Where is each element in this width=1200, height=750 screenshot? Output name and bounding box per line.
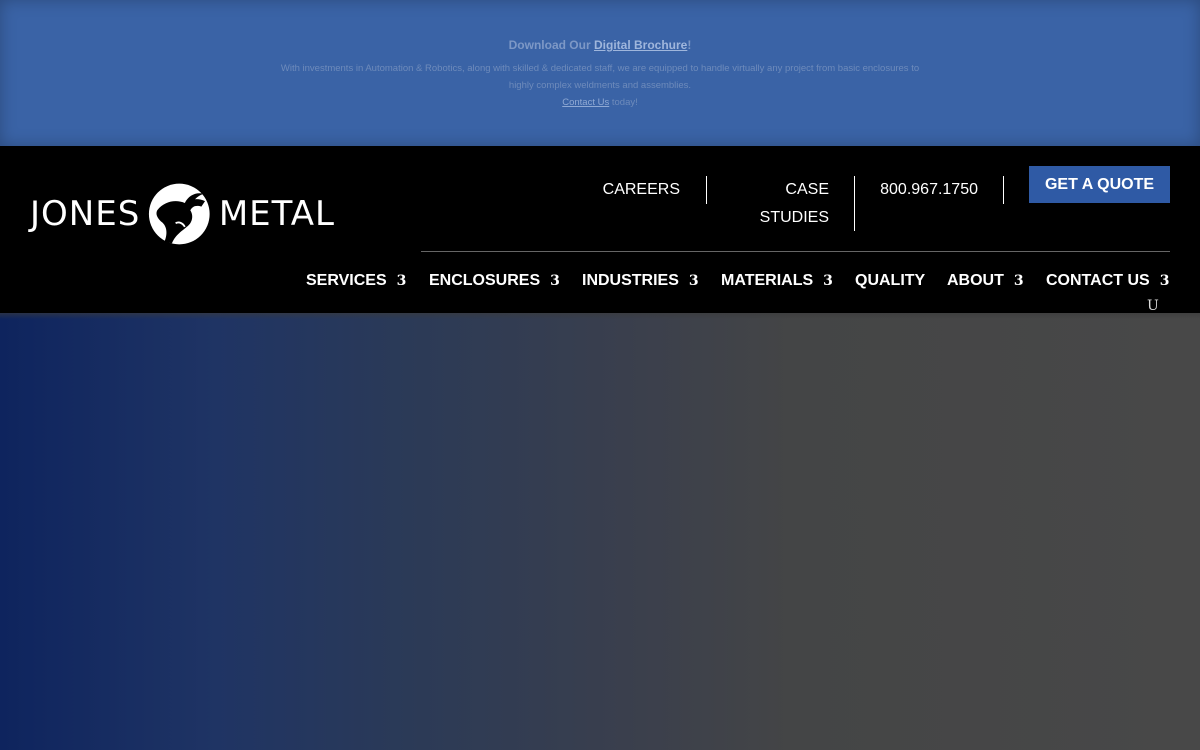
case-studies-line1: CASE (785, 181, 829, 198)
promo-title: Download Our Digital Brochure! (0, 38, 1200, 52)
digital-brochure-link[interactable]: Digital Brochure (594, 38, 687, 52)
case-studies-link[interactable]: CASE STUDIES (720, 176, 829, 232)
header-divider (421, 251, 1170, 252)
chevron-down-icon: 3 (1159, 273, 1170, 289)
contact-us-suffix: today! (609, 97, 638, 108)
utility-divider (706, 176, 707, 204)
jones-metal-logo[interactable]: JONES METAL (30, 180, 335, 248)
nav-item-contact[interactable]: CONTACT US 3 (1046, 272, 1169, 290)
promo-banner: Download Our Digital Brochure! With inve… (0, 0, 1200, 146)
nav-item-materials[interactable]: MATERIALS 3 (721, 272, 833, 290)
chevron-down-icon: 3 (1013, 273, 1024, 289)
nav-label: ENCLOSURES (429, 272, 541, 289)
promo-contact-line: Contact Us today! (270, 94, 930, 111)
site-header: JONES METAL CAREERS CASE STUDIES 800.967… (0, 146, 1200, 314)
utility-divider (854, 176, 855, 231)
nav-item-enclosures[interactable]: ENCLOSURES 3 (429, 272, 560, 290)
logo-word-left: JONES (30, 194, 141, 234)
chevron-down-icon: 3 (688, 273, 699, 289)
nav-label: INDUSTRIES (582, 272, 679, 289)
promo-title-suffix: ! (687, 38, 692, 52)
nav-label: CONTACT US (1046, 272, 1150, 289)
careers-link[interactable]: CAREERS (560, 176, 680, 204)
hero-section (0, 313, 1200, 750)
nav-label: SERVICES (306, 272, 387, 289)
bull-moon-logo-icon (149, 183, 210, 245)
search-toggle-icon[interactable]: U (1147, 298, 1159, 314)
phone-link[interactable]: 800.967.1750 (870, 176, 978, 204)
chevron-down-icon: 3 (823, 273, 833, 289)
logo-word-right: METAL (218, 194, 335, 234)
promo-title-prefix: Download Our (508, 38, 594, 52)
nav-item-about[interactable]: ABOUT 3 (947, 272, 1024, 290)
case-studies-line2: STUDIES (759, 209, 829, 226)
chevron-down-icon: 3 (396, 273, 407, 289)
chevron-down-icon: 3 (550, 273, 560, 289)
nav-label: QUALITY (855, 272, 926, 289)
promo-body-text: With investments in Automation & Robotic… (280, 63, 920, 91)
nav-label: ABOUT (947, 272, 1004, 289)
get-a-quote-button[interactable]: GET A QUOTE (1029, 166, 1170, 203)
nav-item-industries[interactable]: INDUSTRIES 3 (582, 272, 699, 290)
promo-body: With investments in Automation & Robotic… (270, 60, 930, 111)
nav-item-quality[interactable]: QUALITY (855, 272, 925, 290)
utility-divider (1003, 176, 1004, 204)
nav-label: MATERIALS (721, 272, 814, 289)
nav-item-services[interactable]: SERVICES 3 (306, 272, 406, 290)
contact-us-link[interactable]: Contact Us (562, 97, 609, 108)
